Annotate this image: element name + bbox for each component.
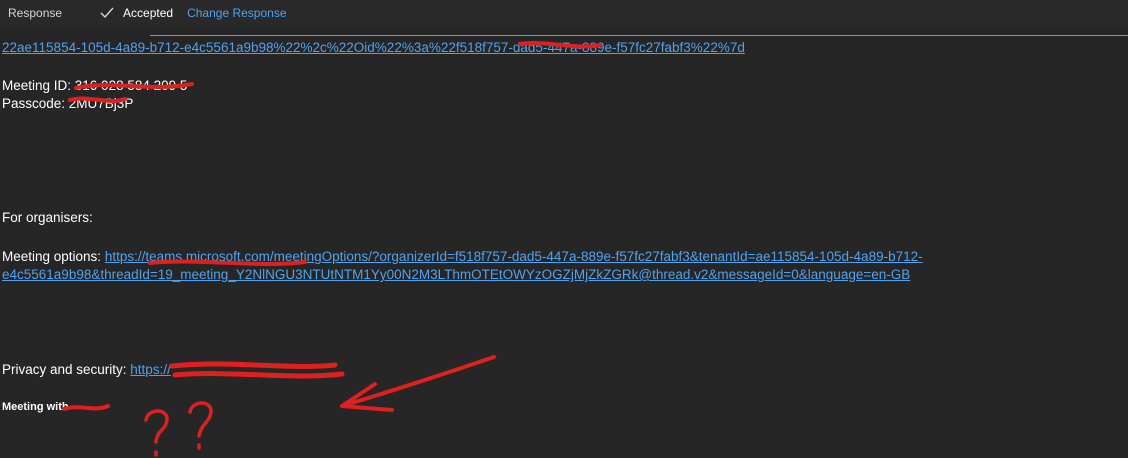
redaction-privacy-link <box>169 361 345 379</box>
meeting-id-value: 316 028 584 209 5 <box>74 78 188 93</box>
meeting-options-link-continued[interactable]: e4c5561a9b98&threadId=19_meeting_Y2NlNGU… <box>2 267 910 282</box>
meeting-options-line1: Meeting options: https://teams.microsoft… <box>2 248 923 266</box>
response-label: Response <box>8 6 63 20</box>
privacy-label: Privacy and security: <box>2 362 131 377</box>
redaction-meeting-with <box>62 404 110 411</box>
meeting-with-footer: Meeting with <box>2 401 69 413</box>
meeting-id-line: Meeting ID: 316 028 584 209 5 <box>2 77 187 95</box>
passcode-line: Passcode: 2MU7Bj3P <box>2 95 133 113</box>
join-link-text[interactable]: 22ae115854-105d-4a89-b712-e4c5561a9b98%2… <box>2 40 745 55</box>
join-link-underline-fragment <box>150 35 1128 36</box>
privacy-line: Privacy and security: https:// <box>2 361 171 379</box>
annotation-arrow-icon <box>340 355 496 412</box>
meeting-options-link[interactable]: https://teams.microsoft.com/meetingOptio… <box>105 249 923 264</box>
meeting-options-label: Meeting options: <box>2 249 105 264</box>
meeting-options-line2: e4c5561a9b98&threadId=19_meeting_Y2NlNGU… <box>2 266 910 284</box>
join-link[interactable]: 22ae115854-105d-4a89-b712-e4c5561a9b98%2… <box>2 39 745 57</box>
organisers-heading: For organisers: <box>2 210 93 225</box>
meeting-id-label: Meeting ID: <box>2 78 75 93</box>
privacy-link[interactable]: https:// <box>130 362 171 377</box>
question-mark-icon <box>144 409 169 457</box>
passcode-value: 2MU7Bj3P <box>68 96 134 111</box>
response-toolbar: Response Accepted Change Response <box>0 0 1128 26</box>
red-annotation-overlay <box>62 41 602 457</box>
response-status: Accepted <box>123 6 174 20</box>
question-mark-icon-2 <box>188 401 213 450</box>
checkmark-icon <box>99 5 115 21</box>
passcode-label: Passcode: <box>2 96 69 111</box>
change-response-button[interactable]: Change Response <box>187 6 286 20</box>
